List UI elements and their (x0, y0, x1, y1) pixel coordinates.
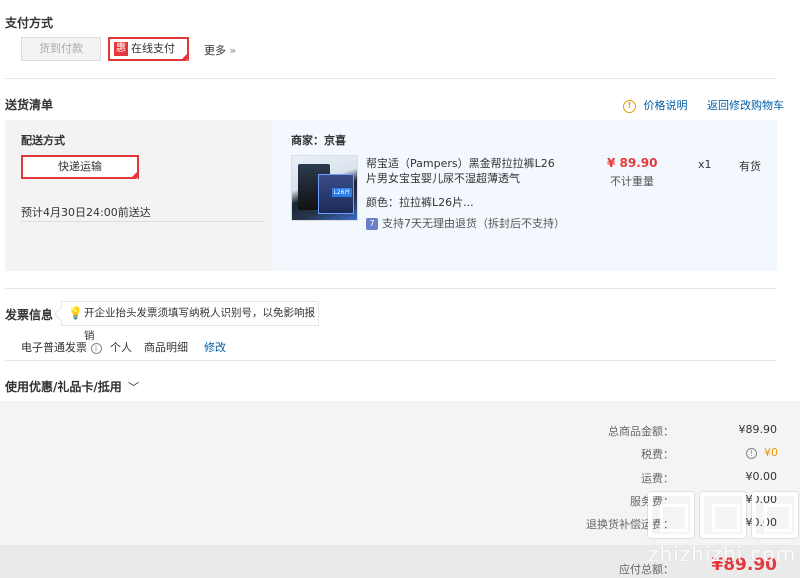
invoice-edit-link[interactable]: 修改 (204, 339, 226, 355)
more-payment-link[interactable]: 更多 » (204, 42, 236, 58)
stock-status: 有货 (739, 160, 761, 173)
divider (5, 78, 777, 79)
product-color: 颜色：拉拉裤L26片... (366, 196, 474, 209)
delivery-method-title: 配送方式 (21, 134, 65, 147)
product-quantity: x1 (698, 158, 712, 171)
shipping-list-title: 送货清单 (5, 98, 54, 112)
watermark-logo-icon (648, 492, 694, 538)
invoice-holder: 个人 (110, 341, 132, 354)
product-size-tag: L26片 (332, 188, 352, 197)
invoice-content: 商品明细 (144, 341, 188, 354)
invoice-tip: 💡 开企业抬头发票须填写纳税人识别号，以免影响报销 (61, 301, 319, 342)
summary-label: 总商品金额： (608, 425, 674, 438)
divider (21, 221, 265, 222)
product-title-link[interactable]: 帮宝适（Pampers）黑金帮拉拉裤L26片男女宝宝婴儿尿不湿超薄透气 (366, 156, 562, 186)
express-delivery-button[interactable]: 快递运输 (21, 155, 139, 190)
weight-note: 不计重量 (610, 175, 654, 188)
warning-icon: ! (623, 99, 636, 113)
invoice-type-label: 电子普通发票 (21, 341, 87, 354)
more-payment-label: 更多 (204, 44, 226, 57)
payment-section-title: 支付方式 (5, 16, 54, 30)
back-to-cart-link[interactable]: 返回修改购物车 (707, 97, 784, 113)
tax-info-icon[interactable]: ! (746, 446, 757, 459)
invoice-section-title: 发票信息 (5, 308, 54, 322)
coupon-title: 使用优惠/礼品卡/抵用 (5, 380, 122, 394)
double-chevron-right-icon: » (229, 44, 237, 57)
watermark-text: zhizhizhi.com (648, 542, 797, 566)
watermark-logo-icon (752, 492, 798, 538)
online-payment-label: 在线支付 (131, 42, 175, 55)
chevron-down-icon: ﹀ (127, 381, 139, 394)
invoice-type: 电子普通发票 i (21, 339, 102, 355)
watermark-logo-icon (700, 492, 746, 538)
info-icon: ! (746, 447, 757, 459)
product-price: ¥ 89.90 (607, 156, 658, 170)
tax-value: ¥0 (764, 446, 778, 459)
selected-check-icon (130, 170, 139, 190)
delivery-eta: 预计4月30日24:00前送达 (21, 206, 151, 219)
merchant-name: 商家：京喜 (291, 134, 346, 147)
price-note-link[interactable]: ! 价格说明 (623, 97, 688, 113)
return-policy: 7 支持7天无理由退货（拆封后不支持） (366, 215, 565, 231)
divider (5, 360, 777, 361)
seven-day-return-icon: 7 (366, 218, 378, 230)
discount-badge-icon: 惠 (114, 42, 128, 56)
selected-check-icon (180, 52, 189, 72)
price-note-label: 价格说明 (643, 99, 688, 112)
online-payment-button[interactable]: 惠在线支付 (108, 37, 189, 72)
product-image[interactable]: L26片 (291, 155, 358, 221)
summary-label: 运费： (641, 472, 674, 485)
summary-value: ¥0.00 (745, 470, 778, 483)
summary-value: ¥89.90 (738, 423, 778, 436)
info-icon[interactable]: i (90, 342, 102, 354)
coupon-toggle[interactable]: 使用优惠/礼品卡/抵用 ﹀ (5, 378, 139, 395)
invoice-tip-text: 开企业抬头发票须填写纳税人识别号，以免影响报销 (84, 307, 315, 342)
summary-label: 税费： (641, 448, 674, 461)
return-policy-text: 支持7天无理由退货（拆封后不支持） (382, 217, 565, 230)
cod-payment-button[interactable]: 货到付款 (21, 37, 101, 61)
divider (5, 288, 777, 289)
lightbulb-icon: 💡 (68, 306, 83, 320)
express-delivery-label: 快递运输 (58, 160, 102, 173)
site-watermark: zhizhizhi.com (640, 492, 800, 578)
